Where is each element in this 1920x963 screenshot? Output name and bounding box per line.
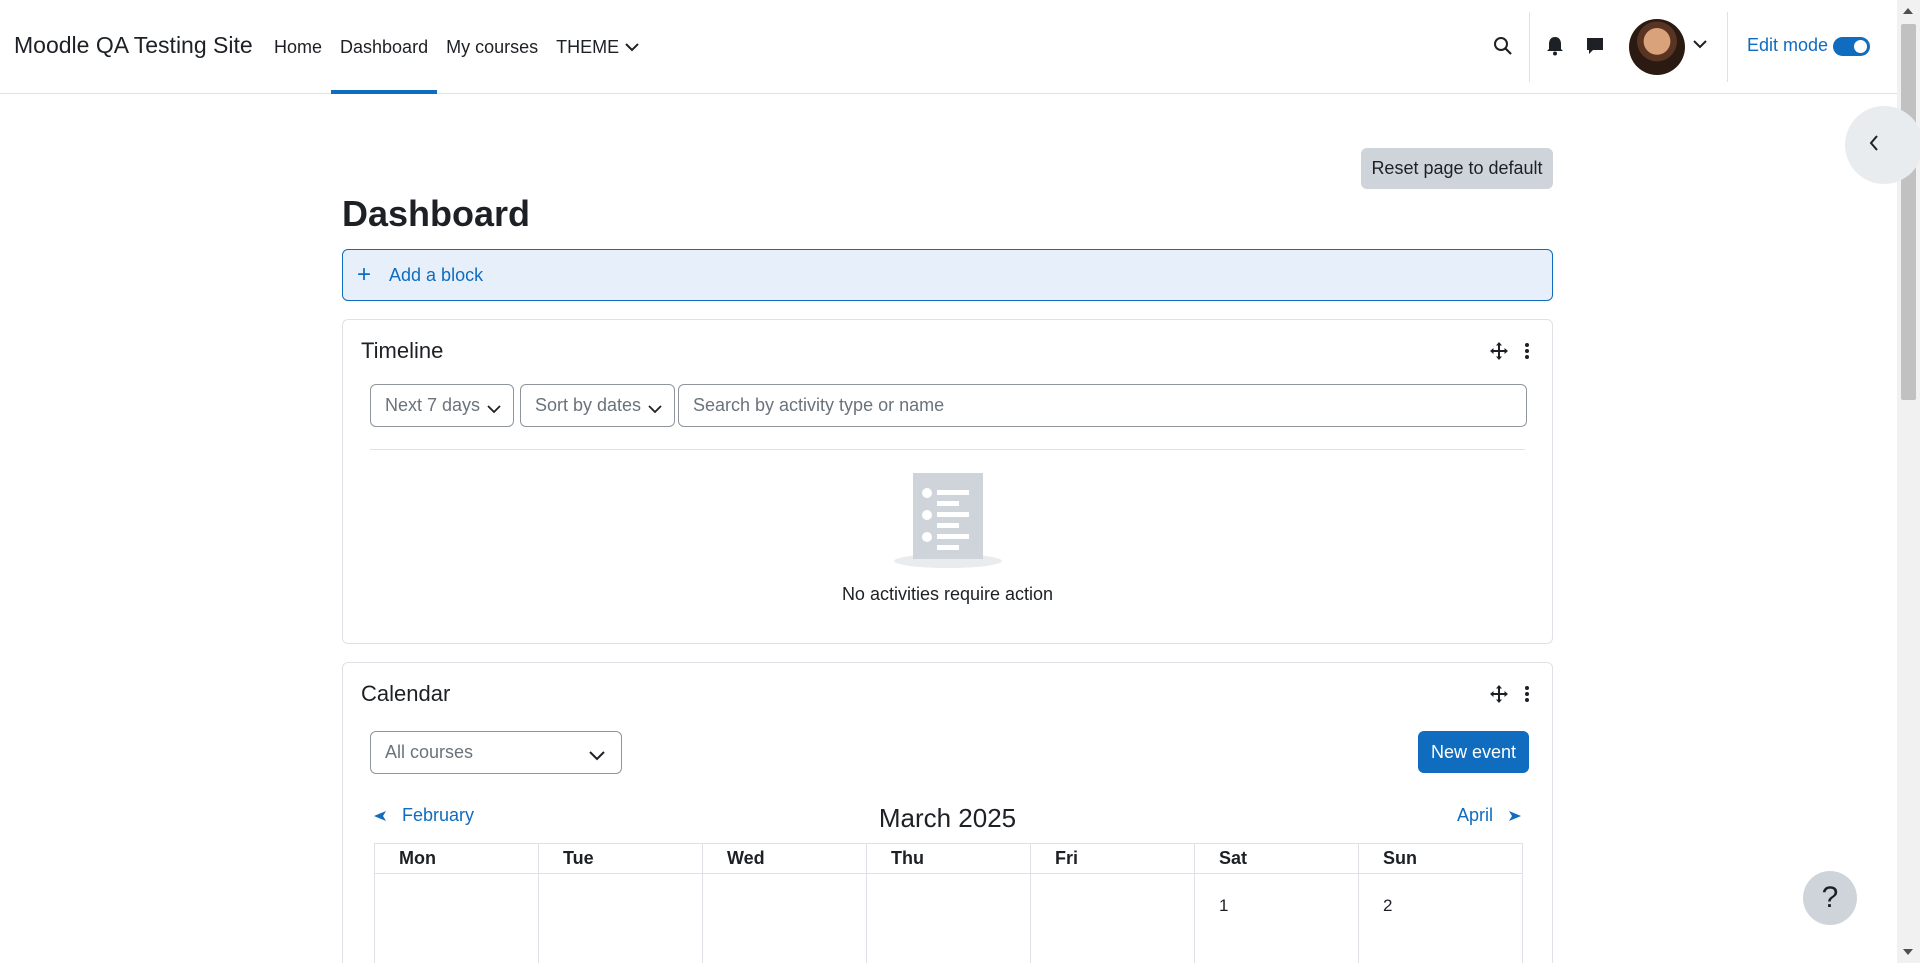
message-icon[interactable] [1580, 30, 1610, 62]
calendar-day-cell [866, 873, 1031, 963]
empty-state-text: No activities require action [841, 584, 1054, 604]
calendar-block: Calendar All courses New event February … [342, 662, 1553, 963]
nav-home[interactable]: Home [265, 0, 331, 94]
day-filter-value: Next 7 days [385, 395, 481, 415]
timeline-block: Timeline Next 7 days Sort by dates Searc… [342, 319, 1553, 644]
weekday-header: Mon [374, 843, 539, 874]
empty-state-illustration [343, 473, 1552, 574]
calendar-day-cell[interactable]: 2 [1358, 873, 1523, 963]
open-block-drawer-button[interactable] [1845, 106, 1920, 184]
calendar-day-cell [702, 873, 867, 963]
nav-theme-label: THEME [556, 36, 620, 57]
add-block-button[interactable]: + Add a block [342, 249, 1553, 301]
next-month-link[interactable]: April [1457, 805, 1521, 826]
navbar-divider [1727, 12, 1728, 82]
current-month-title: March 2025 [878, 803, 1017, 833]
timeline-day-filter[interactable]: Next 7 days [370, 384, 514, 427]
site-name[interactable]: Moodle QA Testing Site [14, 32, 253, 59]
search-icon[interactable] [1488, 30, 1518, 62]
weekday-header: Sat [1194, 843, 1359, 874]
reset-page-button[interactable]: Reset page to default [1361, 148, 1553, 189]
nav-dashboard[interactable]: Dashboard [331, 0, 438, 94]
calendar-week-row: 1 2 [374, 873, 1523, 963]
timeline-title: Timeline [361, 338, 444, 363]
calendar-day-cell [1030, 873, 1195, 963]
calendar-day-cell[interactable]: 1 [1194, 873, 1359, 963]
move-icon[interactable] [1490, 342, 1508, 365]
new-event-button[interactable]: New event [1418, 731, 1529, 773]
user-avatar[interactable] [1629, 19, 1685, 75]
chevron-down-icon [625, 42, 639, 52]
help-button[interactable]: ? [1803, 871, 1857, 925]
weekday-header: Fri [1030, 843, 1195, 874]
plus-icon: + [357, 261, 372, 288]
chevron-down-icon [648, 398, 662, 419]
weekday-header-row: Mon Tue Wed Thu Fri Sat Sun [374, 843, 1523, 874]
timeline-search-input[interactable]: Search by activity type or name [678, 384, 1527, 427]
weekday-header: Wed [702, 843, 867, 874]
weekday-header: Thu [866, 843, 1031, 874]
top-navbar: Moodle QA Testing Site Home Dashboard My… [0, 0, 1897, 94]
more-options-icon[interactable] [1524, 685, 1530, 708]
calendar-title: Calendar [361, 681, 451, 706]
chevron-down-icon [589, 745, 605, 766]
block-controls [1490, 685, 1530, 708]
chevron-left-icon [1869, 134, 1879, 156]
timeline-divider [370, 449, 1525, 450]
page-title: Dashboard [342, 193, 531, 234]
scroll-down-arrow-icon[interactable] [1903, 949, 1913, 955]
edit-mode-toggle[interactable] [1833, 37, 1870, 56]
primary-navigation: Home Dashboard My courses THEME [265, 0, 648, 94]
nav-my-courses[interactable]: My courses [437, 0, 547, 94]
calendar-day-cell [538, 873, 703, 963]
search-placeholder: Search by activity type or name [693, 395, 945, 415]
timeline-sort-select[interactable]: Sort by dates [520, 384, 675, 427]
block-controls [1490, 342, 1530, 365]
edit-mode-label[interactable]: Edit mode [1747, 35, 1828, 56]
calendar-course-filter[interactable]: All courses [370, 731, 622, 774]
nav-theme-dropdown[interactable]: THEME [547, 0, 648, 94]
scroll-up-arrow-icon[interactable] [1903, 8, 1913, 14]
chevron-down-icon[interactable] [1693, 36, 1707, 54]
move-icon[interactable] [1490, 685, 1508, 708]
scroll-thumb[interactable] [1901, 24, 1916, 400]
course-filter-value: All courses [385, 742, 474, 762]
sort-value: Sort by dates [535, 395, 642, 415]
calendar-day-cell [374, 873, 539, 963]
navbar-divider [1529, 12, 1530, 82]
calendar-month-table: Mon Tue Wed Thu Fri Sat Sun 1 2 [374, 843, 1523, 963]
bell-icon[interactable] [1540, 30, 1570, 62]
next-month-label: April [1456, 805, 1493, 825]
weekday-header: Tue [538, 843, 703, 874]
chevron-down-icon [487, 398, 501, 419]
arrow-right-icon [1509, 810, 1521, 821]
weekday-header: Sun [1358, 843, 1523, 874]
add-block-label: Add a block [389, 264, 484, 285]
more-options-icon[interactable] [1524, 342, 1530, 365]
